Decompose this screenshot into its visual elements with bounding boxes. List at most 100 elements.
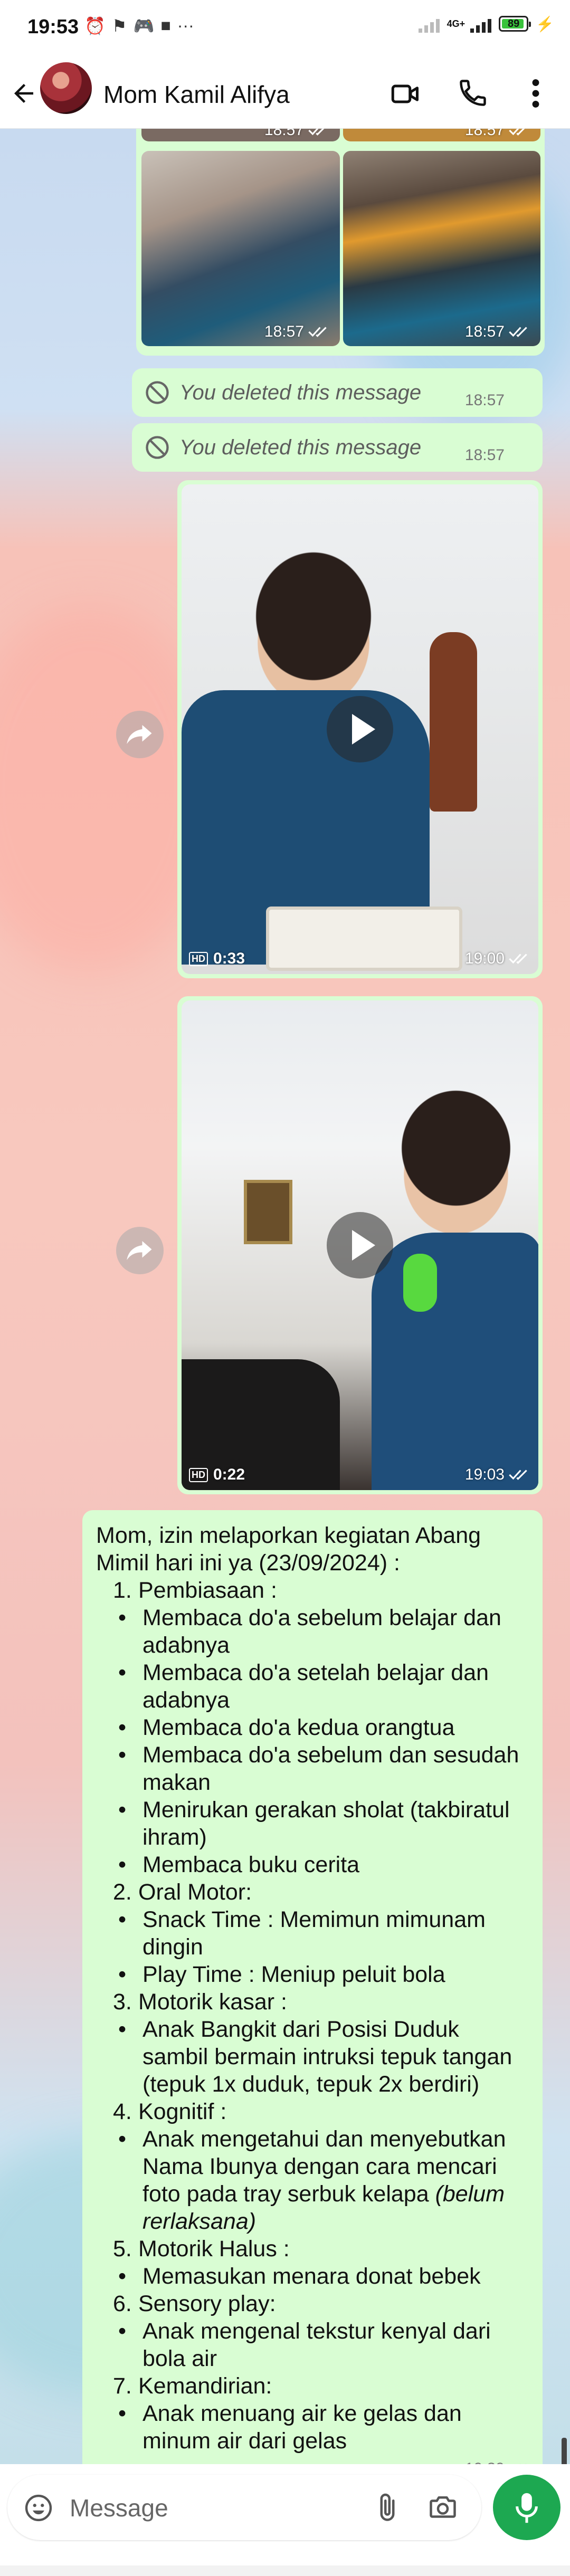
photo-time: 18:57 [264, 129, 304, 139]
message-intro: Mom, izin melaporkan kegiatan Abang Mimi… [96, 1523, 481, 1576]
list-heading: Motorik kasar : [138, 1989, 287, 2015]
list-item: Anak menuang air ke gelas dan minum air … [142, 2401, 462, 2454]
deleted-icon [146, 381, 169, 404]
chat-header: Mom Kamil Alifya [0, 59, 570, 129]
app-square-icon: ■ [160, 16, 171, 35]
list-heading: Kemandirian: [138, 2373, 272, 2399]
list-heading: Kognitif : [138, 2099, 227, 2124]
thumbnail-detail [266, 907, 462, 971]
bullet: • [118, 1797, 127, 1823]
list-item: Anak mengenal tekstur kenyal dari bola a… [142, 2319, 491, 2371]
status-right: 4G+ 89 ⚡ [418, 15, 554, 33]
microphone-icon [516, 2493, 538, 2523]
list-number: 3. [113, 1989, 132, 2015]
video-thumbnail[interactable]: HD 0:33 19:00 [182, 484, 538, 974]
video-call-icon[interactable] [388, 78, 422, 110]
message-meta: 19:39 [465, 2460, 531, 2464]
thumbnail-detail [430, 632, 477, 812]
list-item: Play Time : Meniup peluit bola [142, 1962, 445, 1987]
thumbnail-detail [403, 1254, 437, 1312]
message-time: 19:00 [464, 950, 505, 967]
video-thumbnail[interactable]: HD 0:22 19:03 [182, 1000, 538, 1490]
photo-thumbnail[interactable]: 18:57 [141, 151, 340, 346]
thumbnail-detail [372, 1233, 538, 1490]
video-duration-label: HD 0:33 [189, 950, 245, 968]
photo-thumbnail[interactable]: 18:57 [343, 151, 540, 346]
contact-name[interactable]: Mom Kamil Alifya [103, 80, 290, 109]
forward-button[interactable] [116, 711, 164, 758]
signal-sim1-icon [470, 15, 492, 33]
message-time: 18:57 [464, 392, 505, 409]
alarm-icon: ⏰ [84, 16, 106, 35]
list-heading: Sensory play: [138, 2291, 276, 2316]
avatar[interactable] [40, 62, 92, 114]
photo-album-bubble[interactable]: 18:57 18:57 18:57 18:57 [136, 129, 545, 356]
video-message-bubble[interactable]: HD 0:33 19:00 [177, 480, 543, 978]
bullet: • [118, 1852, 127, 1877]
hd-badge: HD [189, 1467, 208, 1482]
deleted-message-text: You deleted this message [179, 380, 422, 404]
charging-icon: ⚡ [536, 15, 554, 32]
message-time: 19:03 [464, 1466, 505, 1483]
play-icon[interactable] [327, 1212, 393, 1279]
deleted-message-bubble[interactable]: You deleted this message 18:57 [132, 423, 543, 472]
list-item: Membaca do'a setelah belajar dan adabnya [142, 1660, 489, 1713]
play-icon[interactable] [327, 696, 393, 762]
network-type: 4G+ [446, 18, 466, 29]
list-item: Snack Time : Memimun mimunam dingin [142, 1907, 486, 1960]
list-number: 7. [113, 2373, 132, 2399]
photo-thumbnail[interactable]: 18:57 [343, 129, 540, 141]
video-duration-label: HD 0:22 [189, 1466, 245, 1484]
bullet: • [118, 1742, 127, 1768]
video-duration: 0:22 [213, 1466, 245, 1483]
message-input[interactable] [69, 2488, 366, 2527]
list-number: 4. [113, 2099, 132, 2124]
voice-record-button[interactable] [493, 2475, 560, 2540]
message-time: 19:39 [465, 2460, 505, 2464]
more-options-icon[interactable] [522, 75, 549, 112]
read-ticks-icon [509, 953, 527, 964]
list-heading: Pembiasaan : [138, 1578, 277, 1603]
voice-call-icon[interactable] [457, 77, 489, 109]
photo-time: 18:57 [264, 323, 304, 340]
list-item: Membaca buku cerita [142, 1852, 360, 1877]
bullet: • [118, 1660, 127, 1685]
list-item: Membaca do'a sebelum dan sesudah makan [142, 1742, 519, 1795]
bullet: • [118, 2126, 127, 2152]
photo-time: 18:57 [464, 323, 505, 340]
video-duration: 0:33 [213, 950, 245, 967]
photo-thumbnail[interactable]: 18:57 [141, 129, 340, 141]
deleted-message-bubble[interactable]: You deleted this message 18:57 [132, 368, 543, 417]
forward-button[interactable] [116, 1227, 164, 1274]
bullet: • [118, 2319, 127, 2344]
emoji-icon[interactable] [23, 2493, 54, 2523]
deleted-message-text: You deleted this message [179, 435, 422, 459]
bullet: • [118, 1715, 127, 1740]
forward-icon [127, 1241, 152, 1260]
text-message-bubble[interactable]: Mom, izin melaporkan kegiatan Abang Mimi… [82, 1510, 543, 2464]
report-list: 1. Pembiasaan : • Membaca do'a sebelum bel… [96, 1577, 528, 2455]
list-item: Anak mengetahui dan menyebutkan Nama Ibu… [142, 2125, 528, 2235]
status-time: 19:53 [27, 16, 79, 38]
read-ticks-icon [308, 327, 327, 337]
list-item: Membaca do'a kedua orangtua [142, 1715, 455, 1740]
scrollbar-thumb[interactable] [562, 2438, 567, 2464]
message-composer [0, 2464, 570, 2576]
camera-icon[interactable] [425, 2492, 460, 2523]
bullet: • [118, 1907, 127, 1932]
read-ticks-icon [509, 327, 527, 337]
back-arrow-icon[interactable] [10, 79, 38, 108]
chat-area[interactable]: 18:57 18:57 18:57 18:57 You deleted this… [0, 129, 570, 2464]
more-notifications: ··· [177, 16, 194, 35]
bullet: • [118, 2264, 127, 2289]
list-heading: Oral Motor: [138, 1879, 252, 1905]
bullet: • [118, 1962, 127, 1987]
forward-icon [127, 725, 152, 744]
video-message-bubble[interactable]: HD 0:22 19:03 [177, 996, 543, 1494]
message-time: 18:57 [464, 446, 505, 464]
attach-icon[interactable] [372, 2491, 403, 2525]
bullet: • [118, 2017, 127, 2042]
video-time-label: 19:00 [465, 950, 531, 968]
battery-icon: 89 [499, 16, 531, 32]
hd-badge: HD [189, 951, 208, 966]
